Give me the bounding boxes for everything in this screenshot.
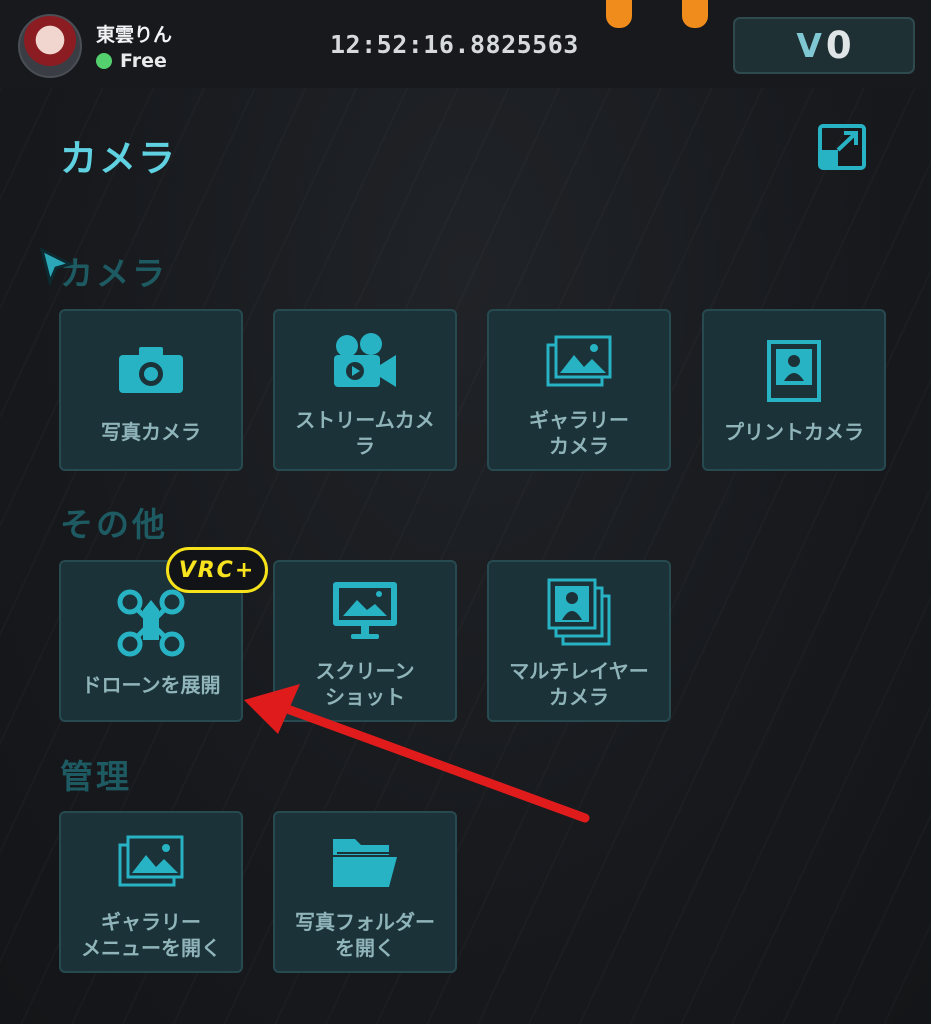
tile-label: 写真カメラ (101, 420, 201, 444)
avatar[interactable] (18, 14, 82, 78)
tile-label: プリントカメラ (724, 420, 864, 444)
screenshot-monitor-icon (333, 582, 397, 639)
tile-label: 写真フォルダー を開く (295, 910, 435, 960)
camera-icon (119, 347, 183, 393)
mascot-decoration (682, 0, 708, 28)
section-title-camera: カメラ (60, 254, 168, 293)
drone-icon (117, 589, 185, 657)
gallery-icon (546, 335, 612, 387)
tile-screenshot[interactable]: スクリーン ショット (273, 560, 457, 722)
print-portrait-icon (767, 340, 821, 402)
tile-stream-camera[interactable]: ストリームカメラ (273, 309, 457, 471)
currency-button[interactable]: V 0 (733, 17, 915, 74)
clock: 12:52:16.8825563 (330, 30, 579, 59)
tile-label: ギャラリー カメラ (529, 408, 629, 458)
section-title-other: その他 (60, 505, 168, 544)
video-camera-icon (334, 333, 396, 387)
tile-label: マルチレイヤー カメラ (509, 659, 649, 709)
tile-label: スクリーン ショット (315, 659, 415, 709)
tile-label: ギャラリー メニューを開く (81, 910, 221, 960)
status-dot (96, 53, 112, 69)
tile-gallery-camera[interactable]: ギャラリー カメラ (487, 309, 671, 471)
tile-photo-camera[interactable]: 写真カメラ (59, 309, 243, 471)
top-bar: 東雲りん Free 12:52:16.8825563 V 0 (0, 0, 931, 88)
tile-print-camera[interactable]: プリントカメラ (702, 309, 886, 471)
vrc-plus-badge: VRC+ (166, 547, 268, 593)
V-logo-icon: V (796, 26, 822, 65)
username: 東雲りん (96, 24, 173, 46)
user-status: Free (96, 50, 167, 72)
mascot-decoration (606, 0, 632, 28)
cursor-pointer-icon (39, 247, 75, 286)
multilayer-portrait-icon (547, 578, 611, 646)
tile-label: ドローンを展開 (81, 673, 221, 697)
tile-multilayer-camera[interactable]: マルチレイヤー カメラ (487, 560, 671, 722)
expand-icon[interactable] (818, 124, 866, 170)
gallery-icon (118, 835, 184, 887)
page-title: カメラ (60, 137, 177, 180)
status-text: Free (120, 50, 167, 72)
tile-label: ストリームカメラ (295, 408, 435, 458)
tile-open-photo-folder[interactable]: 写真フォルダー を開く (273, 811, 457, 973)
folder-icon (333, 839, 397, 887)
section-title-manage: 管理 (60, 757, 132, 796)
currency-value: 0 (825, 24, 852, 67)
tile-open-gallery-menu[interactable]: ギャラリー メニューを開く (59, 811, 243, 973)
